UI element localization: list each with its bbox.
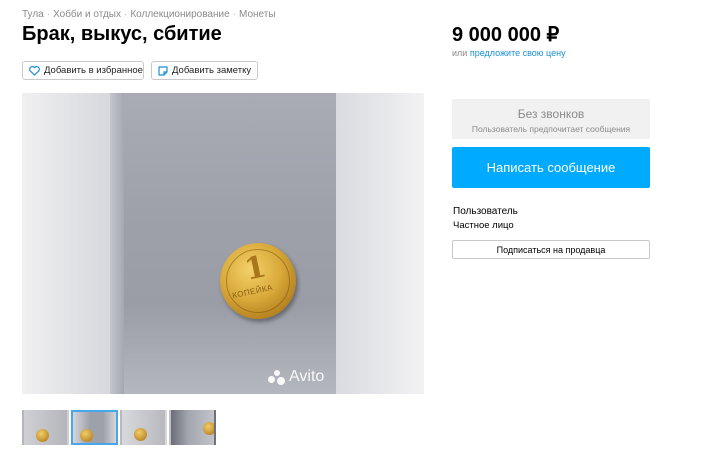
breadcrumb-item-city[interactable]: Тула — [22, 9, 44, 20]
coin-image: 1 КОПЕЙКА — [220, 243, 296, 319]
thumbnail-3[interactable] — [120, 410, 167, 445]
breadcrumb: Тула · Хобби и отдых · Коллекционирование · Мо… — [22, 9, 276, 20]
avito-logo-icon — [268, 370, 286, 385]
thumbnail-strip — [22, 410, 218, 445]
breadcrumb-separator: · — [124, 9, 128, 20]
add-to-favorites-label: Добавить в избранное — [44, 65, 143, 76]
watermark-text: Avito — [289, 368, 325, 385]
no-calls-notice: Без звонков Пользователь предпочитает со… — [452, 99, 650, 139]
avito-watermark: Avito — [268, 368, 324, 386]
price-or-text: или — [452, 48, 468, 58]
write-message-button[interactable]: Написать сообщение — [452, 147, 650, 188]
page-title: Брак, выкус, сбитие — [22, 23, 222, 45]
price: 9 000 000 ₽ — [452, 24, 560, 46]
add-to-favorites-button[interactable]: Добавить в избранное — [22, 61, 144, 80]
photo-gallery[interactable]: 1 КОПЕЙКА Avito — [22, 93, 424, 394]
add-note-button[interactable]: Добавить заметку — [151, 61, 258, 80]
note-icon — [158, 65, 168, 76]
gallery-blur-left — [22, 93, 110, 394]
breadcrumb-separator: · — [46, 9, 51, 20]
price-offer-line: или предложите свою цену — [452, 48, 566, 58]
no-calls-title: Без звонков — [517, 107, 585, 121]
breadcrumb-separator: · — [232, 9, 236, 20]
add-note-label: Добавить заметку — [172, 65, 252, 76]
thumbnail-4[interactable] — [169, 410, 216, 445]
no-calls-subtitle: Пользователь предпочитает сообщения — [471, 124, 631, 134]
thumbnail-1[interactable] — [22, 410, 69, 445]
thumbnail-2[interactable] — [71, 410, 118, 445]
breadcrumb-item-collecting[interactable]: Коллекционирование — [130, 9, 229, 20]
offer-price-link[interactable]: предложите свою цену — [470, 48, 566, 58]
seller-name[interactable]: Пользователь — [453, 206, 518, 217]
breadcrumb-item-coins[interactable]: Монеты — [239, 9, 276, 20]
main-photo[interactable]: 1 КОПЕЙКА — [110, 93, 336, 394]
heart-icon — [29, 65, 40, 76]
subscribe-seller-button[interactable]: Подписаться на продавца — [452, 240, 650, 259]
breadcrumb-item-hobby[interactable]: Хобби и отдых — [53, 9, 121, 20]
gallery-blur-right — [336, 93, 424, 394]
seller-type: Частное лицо — [453, 220, 514, 231]
